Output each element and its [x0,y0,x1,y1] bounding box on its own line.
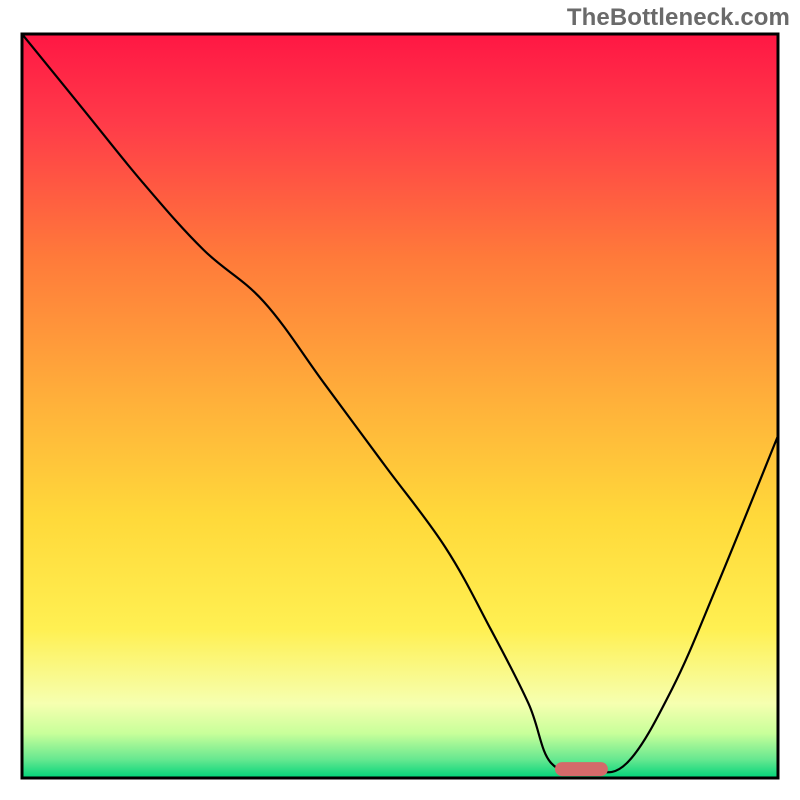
sweet-spot-marker [555,762,608,776]
chart-stage: TheBottleneck.com [0,0,800,800]
plot-background [22,34,778,778]
watermark-text: TheBottleneck.com [567,4,790,32]
chart-svg [0,0,800,800]
